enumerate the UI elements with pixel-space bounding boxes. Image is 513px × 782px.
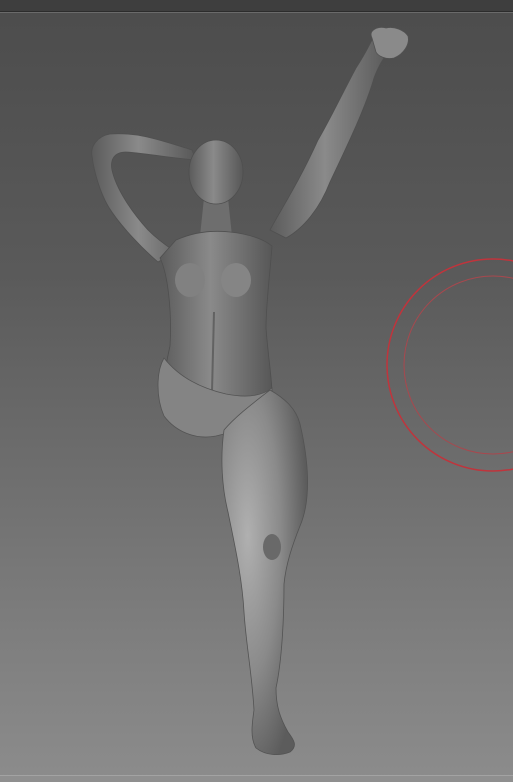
female-figure-mannequin-icon[interactable] [91, 27, 409, 756]
canvas-bottom-border [0, 775, 513, 782]
3d-viewport[interactable] [0, 12, 513, 775]
canvas-top-border [0, 0, 513, 13]
model-leg [221, 389, 308, 756]
viewport-svg [91, 27, 513, 756]
zbrush-canvas [0, 0, 513, 782]
model-raised-arm [269, 34, 393, 239]
model-head [188, 139, 244, 205]
brush-cursor-icon [386, 258, 513, 472]
